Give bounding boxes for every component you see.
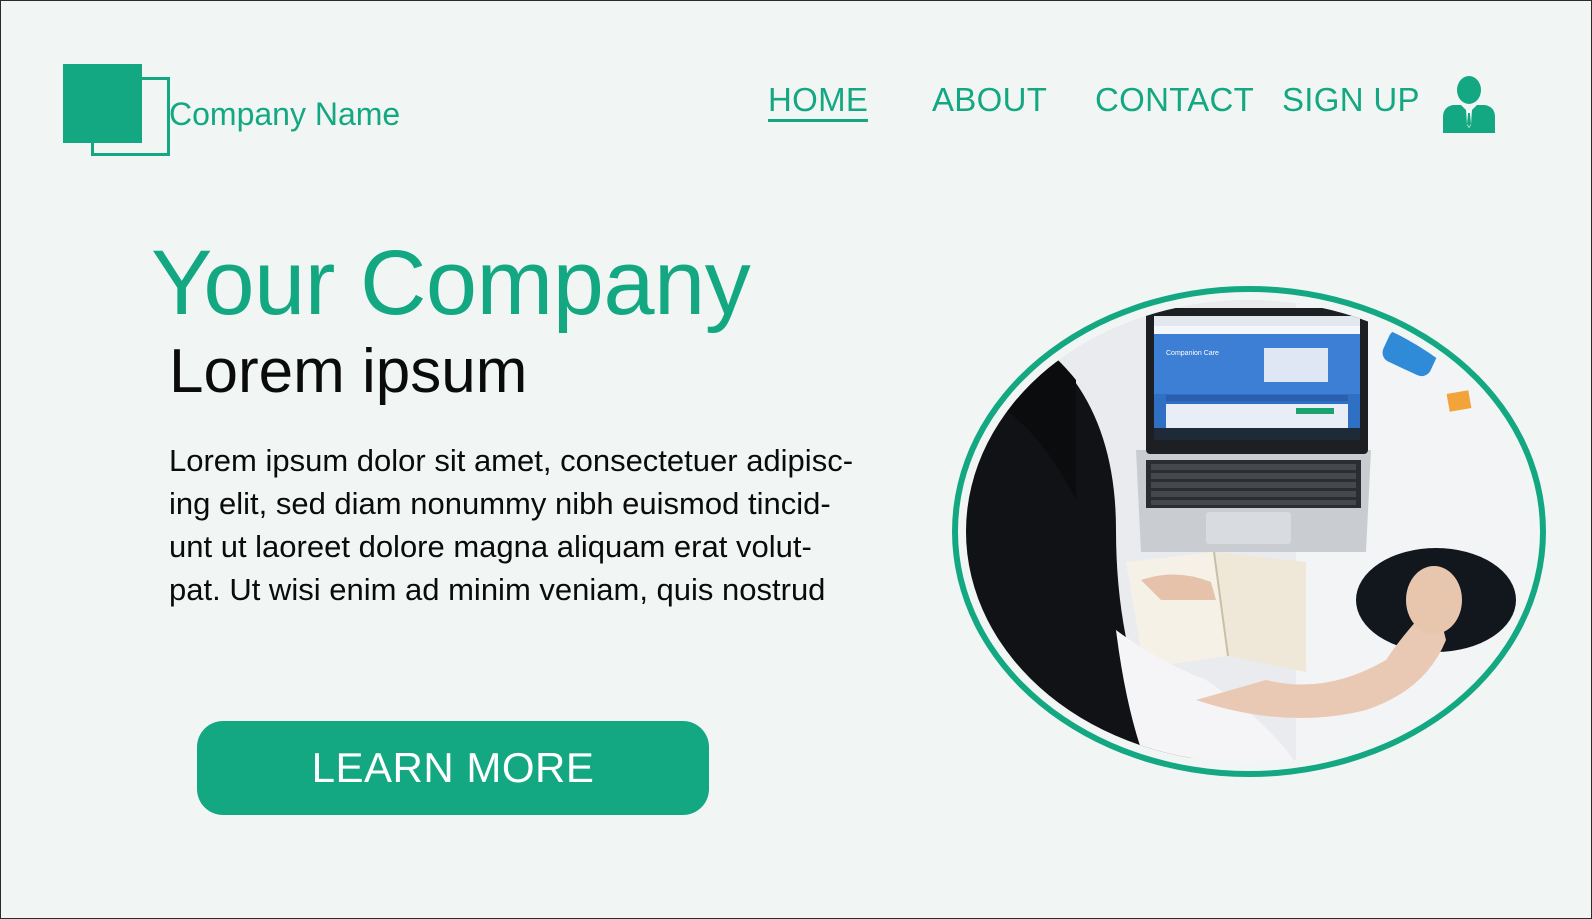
hero-body: Lorem ipsum dolor sit amet, consectetuer… [169,439,929,611]
user-icon[interactable] [1443,75,1495,133]
learn-more-button[interactable]: LEARN MORE [197,721,709,815]
hero-body-line: unt ut laoreet dolore magna aliquam erat… [169,529,812,564]
nav-home[interactable]: HOME [768,81,869,122]
nav-sign-up[interactable]: SIGN UP [1282,81,1420,119]
hero-title: Your Company [151,232,751,334]
nav-contact[interactable]: CONTACT [1095,81,1254,119]
hero-subtitle: Lorem ipsum [169,337,528,406]
nav-about[interactable]: ABOUT [932,81,1047,119]
hero-photo-frame: Companion Care [952,286,1546,777]
landing-page: Company Name HOME ABOUT CONTACT SIGN UP … [0,0,1592,919]
hero-body-line: pat. Ut wisi enim ad minim veniam, quis … [169,572,826,607]
photo-screen-heading: Companion Care [1166,350,1219,357]
hero-photo: Companion Care [966,300,1532,763]
main-nav: HOME ABOUT CONTACT SIGN UP [1,81,1591,131]
hero-body-line: ing elit, sed diam nonummy nibh euismod … [169,486,831,521]
hero-body-line: Lorem ipsum dolor sit amet, consectetuer… [169,443,854,478]
